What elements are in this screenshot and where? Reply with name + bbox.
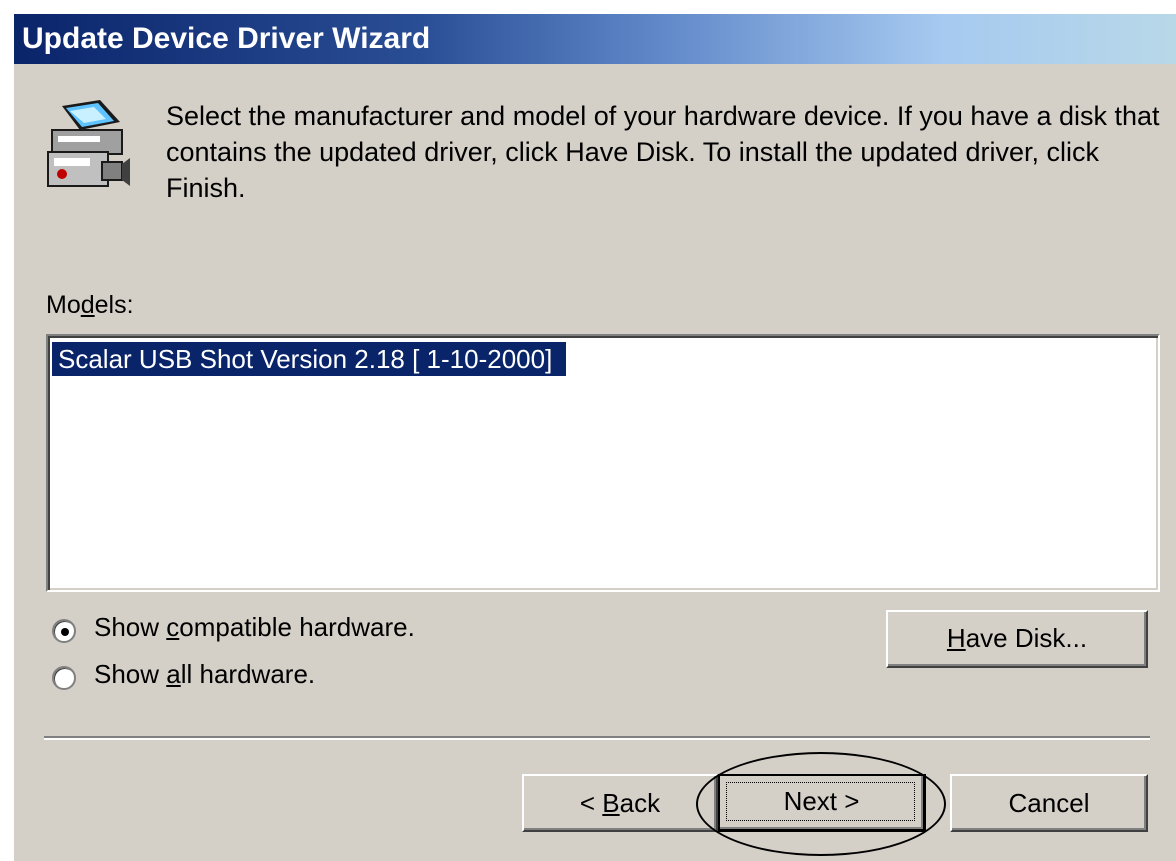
show-all-radio[interactable] (52, 666, 76, 690)
radio-selected-dot (61, 628, 69, 636)
scanner-camera-icon (47, 100, 130, 187)
show-compatible-label[interactable]: Show compatible hardware. (94, 612, 415, 643)
back-button[interactable]: < Back (522, 774, 718, 832)
models-listbox[interactable]: Scalar USB Shot Version 2.18 [ 1-10-2000… (46, 334, 1160, 592)
wizard-dialog: Update Device Driver Wizard Select the m… (12, 12, 1176, 861)
window-title: Update Device Driver Wizard (22, 22, 431, 55)
focus-rectangle (726, 782, 915, 821)
next-button[interactable]: Next > (718, 774, 926, 832)
title-bar[interactable]: Update Device Driver Wizard (14, 14, 1176, 64)
model-list-item[interactable]: Scalar USB Shot Version 2.18 [ 1-10-2000… (52, 342, 567, 376)
instructions-text: Select the manufacturer and model of you… (166, 101, 1160, 203)
show-compatible-radio[interactable] (52, 619, 76, 643)
show-all-label[interactable]: Show all hardware. (94, 659, 315, 690)
separator (44, 736, 1150, 740)
have-disk-button[interactable]: Have Disk... (886, 610, 1148, 668)
cancel-button[interactable]: Cancel (950, 774, 1148, 832)
models-label: Models: (46, 291, 134, 319)
